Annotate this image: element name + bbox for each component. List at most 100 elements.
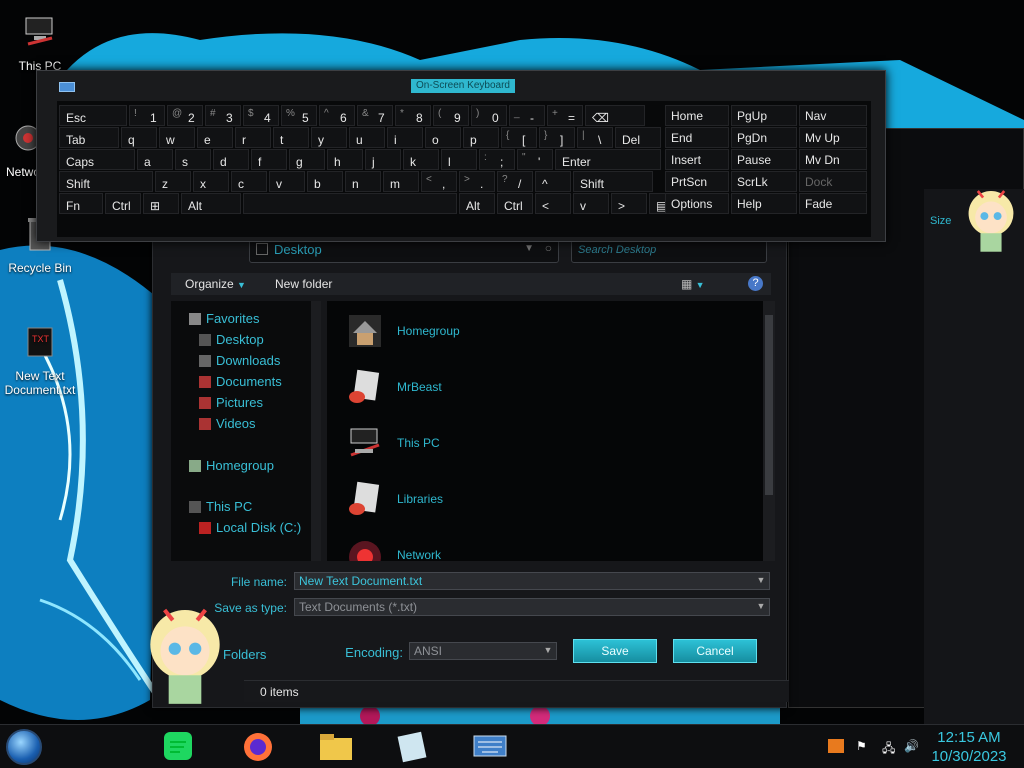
key-1-13[interactable]: | \ [577,127,613,148]
nav-key-4-1[interactable]: Help [731,193,797,214]
key-2-5[interactable]: g [289,149,325,170]
nav-key-2-0[interactable]: Insert [665,149,729,170]
nav-item-videos[interactable]: Videos [199,416,256,431]
nav-key-4-2[interactable]: Fade [799,193,867,214]
encoding-select[interactable]: ANSI ▼ [409,642,557,660]
nav-key-4-0[interactable]: Options [665,193,729,214]
key-4-7[interactable]: < [535,193,571,214]
file-explorer-icon[interactable] [316,730,356,764]
clock[interactable]: 12:15 AM 10/30/2023 [924,728,1014,766]
key-3-8[interactable]: <, [421,171,457,192]
file-item-this-pc[interactable]: This PC [345,423,440,463]
chevron-down-icon[interactable]: ▼ [542,645,554,657]
key-1-9[interactable]: o [425,127,461,148]
key-1-4[interactable]: r [235,127,271,148]
chevron-down-icon[interactable]: ▼ [755,575,767,587]
key-1-0[interactable]: Tab [59,127,119,148]
key-2-0[interactable]: Caps [59,149,135,170]
key-4-4[interactable] [243,193,457,214]
file-item-homegroup[interactable]: Homegroup [345,311,460,351]
key-1-2[interactable]: w [159,127,195,148]
nav-key-0-0[interactable]: Home [665,105,729,126]
file-item-libraries[interactable]: Libraries [345,479,443,519]
nav-key-1-0[interactable]: End [665,127,729,148]
key-0-8[interactable]: * 8 [395,105,431,126]
key-3-0[interactable]: Shift [59,171,153,192]
key-2-7[interactable]: j [365,149,401,170]
file-name-field[interactable]: New Text Document.txt ▼ [294,572,770,590]
size-column-header[interactable]: Size [930,215,951,227]
key-4-5[interactable]: Alt [459,193,495,214]
key-0-4[interactable]: $4 [243,105,279,126]
key-2-4[interactable]: f [251,149,287,170]
key-1-8[interactable]: i [387,127,423,148]
chevron-down-icon[interactable]: ▼ [755,601,767,613]
new-folder-button[interactable]: New folder [275,277,332,291]
notepad-icon[interactable] [392,730,432,764]
key-0-6[interactable]: ^ 6 [319,105,355,126]
help-icon[interactable]: ? [748,276,763,291]
file-item-network[interactable]: Network [345,535,441,561]
key-1-14[interactable]: Del [615,127,661,148]
nav-key-0-2[interactable]: Nav [799,105,867,126]
key-3-3[interactable]: c [231,171,267,192]
key-2-9[interactable]: l [441,149,477,170]
flag-icon[interactable]: ⚑ [856,739,872,753]
notification-icon[interactable] [828,739,844,753]
file-item-mrbeast[interactable]: MrBeast [345,367,442,407]
key-1-12[interactable]: }] [539,127,575,148]
nav-item-this-pc[interactable]: This PC [189,499,252,514]
key-4-6[interactable]: Ctrl [497,193,533,214]
key-0-12[interactable]: + = [547,105,583,126]
volume-icon[interactable]: 🔊 [904,739,920,753]
navigation-scrollbar[interactable] [311,301,321,561]
key-3-1[interactable]: z [155,171,191,192]
nav-item-pictures[interactable]: Pictures [199,395,263,410]
key-1-6[interactable]: y [311,127,347,148]
key-2-11[interactable]: " ' [517,149,553,170]
nav-item-local-disk[interactable]: Local Disk (C:) [199,520,301,535]
key-3-9[interactable]: >. [459,171,495,192]
key-0-3[interactable]: #3 [205,105,241,126]
key-4-8[interactable]: v [573,193,609,214]
desktop-icon-text-document[interactable]: TXT New Text Document.txt [2,322,78,397]
key-2-8[interactable]: k [403,149,439,170]
key-0-13[interactable]: ⌫ [585,105,645,126]
nav-item-favorites[interactable]: Favorites [189,311,259,326]
key-0-5[interactable]: % 5 [281,105,317,126]
key-2-1[interactable]: a [137,149,173,170]
key-2-6[interactable]: h [327,149,363,170]
key-4-2[interactable]: ⊞ [143,193,179,214]
cancel-button[interactable]: Cancel [673,639,757,663]
network-status-icon[interactable]: 🖧 [882,739,898,755]
key-4-0[interactable]: Fn [59,193,103,214]
spotify-icon[interactable] [158,730,198,764]
on-screen-keyboard-icon[interactable] [470,730,510,764]
nav-item-homegroup[interactable]: Homegroup [189,458,274,473]
key-0-10[interactable]: ) 0 [471,105,507,126]
key-0-0[interactable]: Esc [59,105,127,126]
desktop-icon-this-pc[interactable]: This PC [2,12,78,73]
key-4-1[interactable]: Ctrl [105,193,141,214]
key-0-9[interactable]: (9 [433,105,469,126]
key-0-2[interactable]: @2 [167,105,203,126]
key-2-2[interactable]: s [175,149,211,170]
key-1-3[interactable]: e [197,127,233,148]
nav-key-1-2[interactable]: Mv Up [799,127,867,148]
nav-key-0-1[interactable]: PgUp [731,105,797,126]
nav-item-documents[interactable]: Documents [199,374,282,389]
nav-key-3-1[interactable]: ScrLk [731,171,797,192]
nav-key-2-2[interactable]: Mv Dn [799,149,867,170]
key-4-3[interactable]: Alt [181,193,241,214]
file-list-scrollbar[interactable] [763,301,775,561]
key-3-2[interactable]: x [193,171,229,192]
key-3-5[interactable]: b [307,171,343,192]
view-options-icon[interactable]: ▦ ▼ [681,277,705,291]
nav-key-3-2[interactable]: Dock [799,171,867,192]
search-input[interactable]: Search Desktop [578,244,656,256]
key-3-4[interactable]: v [269,171,305,192]
firefox-icon[interactable] [238,730,278,764]
key-2-10[interactable]: :; [479,149,515,170]
start-button[interactable] [6,729,42,765]
key-1-1[interactable]: q [121,127,157,148]
